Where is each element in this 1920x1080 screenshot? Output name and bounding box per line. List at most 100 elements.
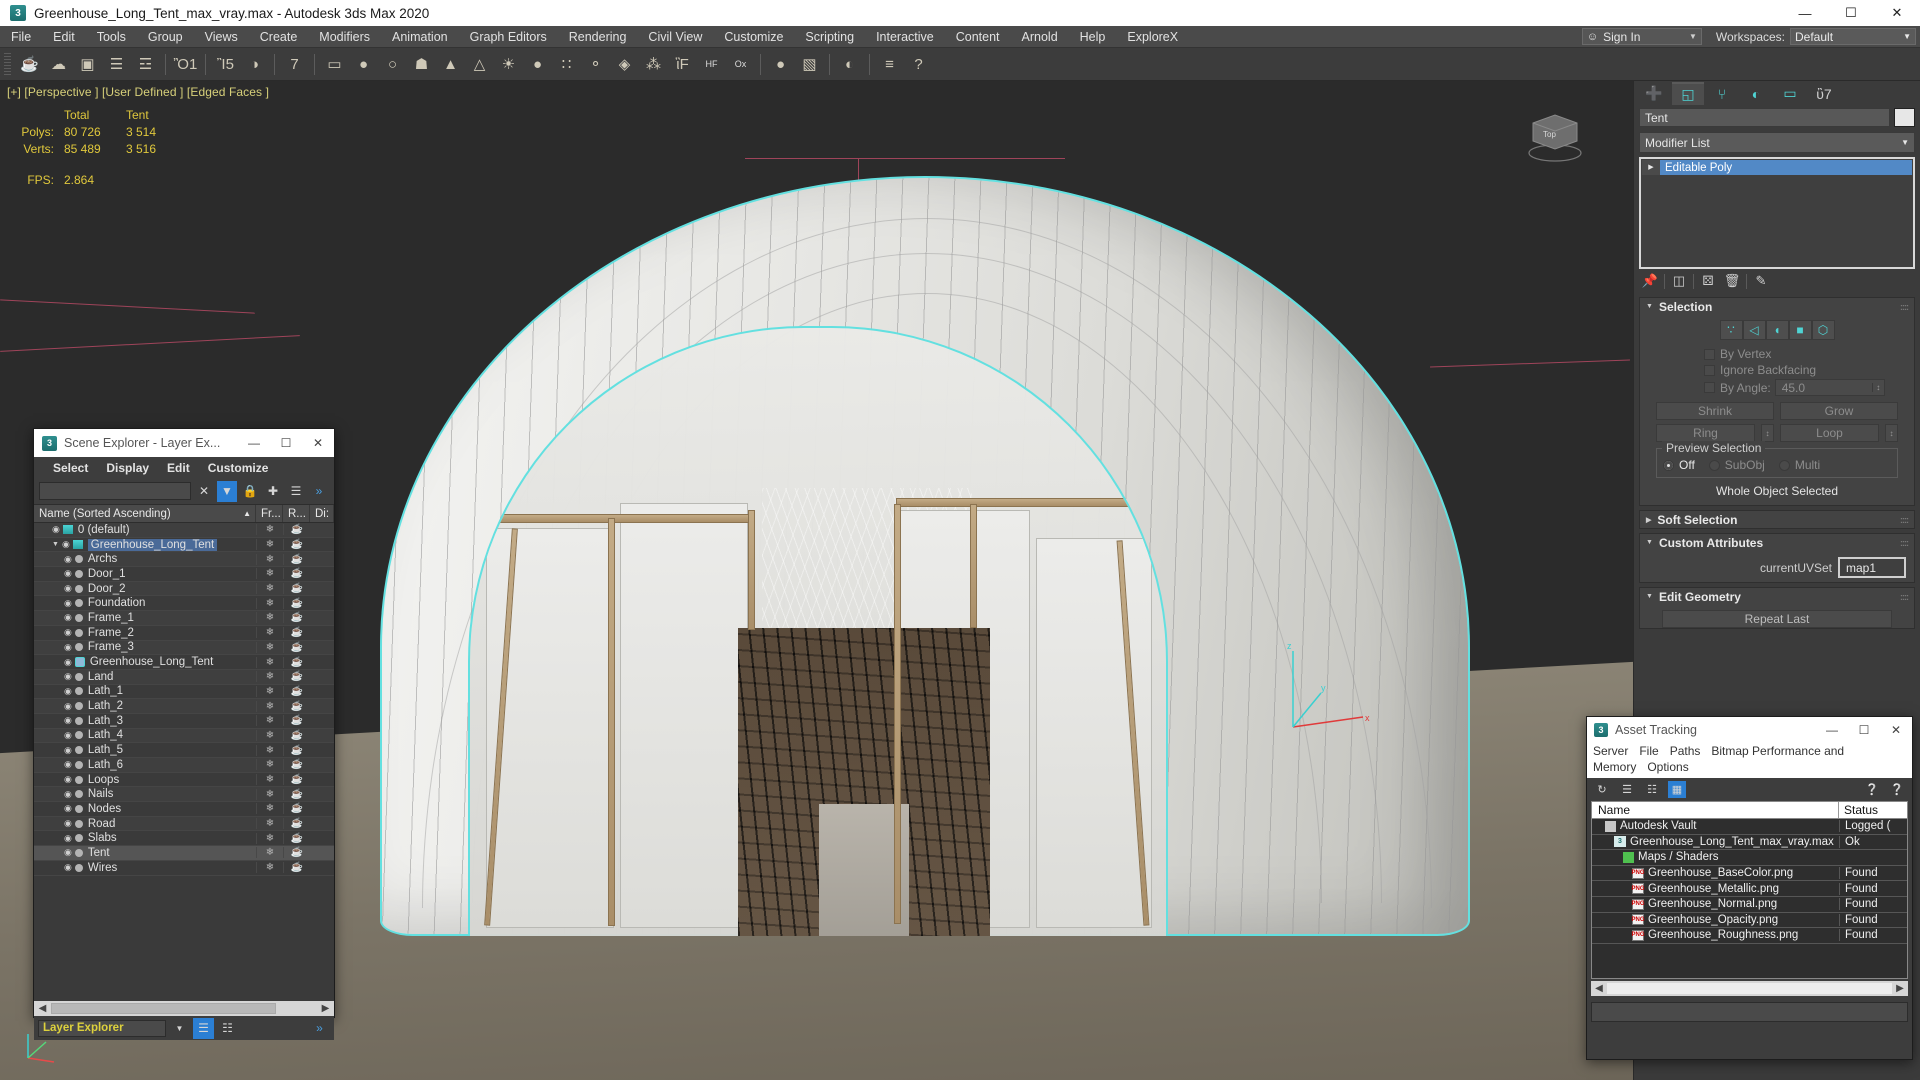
scene-explorer-list[interactable]: ◉ 0 (default) ❄ ☕ ▼ ◉ Greenhouse_Long_Tent ❄ ☕ ◉ A… <box>34 523 334 1001</box>
polygon-icon[interactable]: ■ <box>1789 320 1812 340</box>
scene-explorer-row[interactable]: ◉ Greenhouse_Long_Tent ❄ ☕ <box>34 655 334 670</box>
checkbox-ignore-backfacing[interactable]: Ignore Backfacing <box>1704 363 1908 377</box>
at-menu-file[interactable]: File <box>1639 744 1658 758</box>
grow-button[interactable]: Grow <box>1780 402 1898 420</box>
frozen-cell[interactable]: ❄ <box>256 568 283 579</box>
spinner-arrows-icon[interactable]: ↕ <box>1872 383 1884 392</box>
drag-handle-icon[interactable]: :::: <box>1900 302 1908 312</box>
renderable-cell[interactable]: ☕ <box>283 539 310 550</box>
menu-content[interactable]: Content <box>945 26 1011 48</box>
frozen-cell[interactable]: ❄ <box>256 524 283 535</box>
scene-explorer-row[interactable]: ◉ Loops ❄ ☕ <box>34 773 334 788</box>
renderable-cell[interactable]: ☕ <box>283 598 310 609</box>
border-icon[interactable]: ◖ <box>1766 320 1789 340</box>
sphere-shade-icon[interactable]: ● <box>524 51 551 78</box>
ring-spinner-icon[interactable]: ↕ <box>1761 424 1774 442</box>
menu-civil-view[interactable]: Civil View <box>637 26 713 48</box>
molecule-icon[interactable]: ⚬ <box>582 51 609 78</box>
loop-button[interactable]: Loop <box>1780 424 1879 442</box>
chevron-down-icon[interactable]: ▼ <box>169 1018 190 1039</box>
material-slate-icon[interactable]: ◐ <box>836 51 863 78</box>
visibility-eye-icon[interactable]: ◉ <box>64 847 72 858</box>
pyramid-icon[interactable]: ◈ <box>611 51 638 78</box>
visibility-eye-icon[interactable]: ◉ <box>64 818 72 829</box>
asset-tracking-row[interactable]: Autodesk Vault Logged ( <box>1592 819 1907 835</box>
menu-arnold[interactable]: Arnold <box>1011 26 1069 48</box>
sphere-icon[interactable]: ○ <box>379 51 406 78</box>
visibility-eye-icon[interactable]: ◉ <box>64 759 72 770</box>
ring-button[interactable]: Ring <box>1656 424 1755 442</box>
menu-graph-editors[interactable]: Graph Editors <box>459 26 558 48</box>
se-menu-edit[interactable]: Edit <box>158 461 199 475</box>
visibility-eye-icon[interactable]: ◉ <box>64 568 72 579</box>
scene-explorer-row[interactable]: ◉ Lath_1 ❄ ☕ <box>34 685 334 700</box>
scroll-right-icon[interactable]: ▶ <box>317 1003 334 1014</box>
utilities-tab-icon[interactable]: ὒ7 <box>1808 82 1840 105</box>
rollout-custom-attributes-header[interactable]: ▼ Custom Attributes :::: <box>1640 534 1914 551</box>
frozen-cell[interactable]: ❄ <box>256 701 283 712</box>
expand-triangle-icon[interactable]: ▶ <box>1642 160 1660 175</box>
renderable-cell[interactable]: ☕ <box>283 789 310 800</box>
render-settings-icon[interactable]: ☲ <box>132 51 159 78</box>
menu-group[interactable]: Group <box>137 26 194 48</box>
frozen-cell[interactable]: ❄ <box>256 671 283 682</box>
menu-explorex[interactable]: ExploreX <box>1116 26 1189 48</box>
column-header-render[interactable]: R... <box>283 505 310 522</box>
scene-explorer-row[interactable]: ◉ Tent ❄ ☕ <box>34 846 334 861</box>
checkbox-by-vertex[interactable]: By Vertex <box>1704 347 1908 361</box>
menu-modifiers[interactable]: Modifiers <box>308 26 381 48</box>
column-header-display[interactable]: Di: <box>310 505 334 522</box>
hair-fur-icon[interactable]: HF <box>698 51 725 78</box>
modify-tab-icon[interactable]: ◱ <box>1672 82 1704 105</box>
frozen-cell[interactable]: ❄ <box>256 715 283 726</box>
at-menu-options[interactable]: Options <box>1647 760 1688 774</box>
scene-explorer-row[interactable]: ◉ Lath_4 ❄ ☕ <box>34 729 334 744</box>
visibility-eye-icon[interactable]: ◉ <box>64 745 72 756</box>
scene-explorer-row[interactable]: ◉ Frame_3 ❄ ☕ <box>34 641 334 656</box>
visibility-eye-icon[interactable]: ◉ <box>64 583 72 594</box>
edge-icon[interactable]: ◁ <box>1743 320 1766 340</box>
scene-explorer-row[interactable]: ◉ Wires ❄ ☕ <box>34 861 334 876</box>
frozen-cell[interactable]: ❄ <box>256 539 283 550</box>
drag-handle-icon[interactable]: :::: <box>1900 592 1908 602</box>
frozen-cell[interactable]: ❄ <box>256 598 283 609</box>
object-color-swatch[interactable] <box>1894 108 1915 127</box>
frozen-cell[interactable]: ❄ <box>256 833 283 844</box>
scene-explorer-row[interactable]: ◉ 0 (default) ❄ ☕ <box>34 523 334 538</box>
sign-in-button[interactable]: ☺ Sign In ▼ <box>1582 28 1702 45</box>
frozen-cell[interactable]: ❄ <box>256 818 283 829</box>
layer-explorer-icon[interactable]: ☰ <box>193 1018 214 1039</box>
renderable-cell[interactable]: ☕ <box>283 524 310 535</box>
asset-tracking-row[interactable]: PNG Greenhouse_Roughness.png Found <box>1592 928 1907 944</box>
grass-icon[interactable]: ἳF <box>669 51 696 78</box>
renderable-cell[interactable]: ☕ <box>283 774 310 785</box>
renderable-cell[interactable]: ☕ <box>283 701 310 712</box>
chevron-more-icon[interactable]: » <box>309 481 329 502</box>
visibility-eye-icon[interactable]: ◉ <box>64 833 72 844</box>
renderable-cell[interactable]: ☕ <box>283 745 310 756</box>
visibility-eye-icon[interactable]: ◉ <box>64 715 72 726</box>
renderable-cell[interactable]: ☕ <box>283 833 310 844</box>
pin-stack-icon[interactable]: 📌 <box>1640 271 1660 291</box>
render-setup-icon[interactable]: ☰ <box>103 51 130 78</box>
scroll-left-icon[interactable]: ◀ <box>34 1003 51 1014</box>
menu-animation[interactable]: Animation <box>381 26 459 48</box>
scene-explorer-maximize[interactable]: ☐ <box>270 429 302 457</box>
renderable-cell[interactable]: ☕ <box>283 657 310 668</box>
clear-x-icon[interactable]: ✕ <box>194 481 214 502</box>
remove-modifier-icon[interactable]: 🗑 <box>1722 271 1742 291</box>
configure-sets-icon[interactable]: ✎ <box>1751 271 1771 291</box>
render-frame-icon[interactable]: ▣ <box>74 51 101 78</box>
column-header-asset-name[interactable]: Name <box>1592 802 1839 818</box>
scene-explorer-minimize[interactable]: — <box>238 429 270 457</box>
asset-tracking-row[interactable]: PNG Greenhouse_Metallic.png Found <box>1592 881 1907 897</box>
cone2-icon[interactable]: △ <box>466 51 493 78</box>
layer-manager-icon[interactable]: ≡ <box>876 51 903 78</box>
help-icon[interactable]: ❔ <box>1888 781 1906 798</box>
visibility-eye-icon[interactable]: ◉ <box>64 686 72 697</box>
frozen-cell[interactable]: ❄ <box>256 627 283 638</box>
renderable-cell[interactable]: ☕ <box>283 554 310 565</box>
modifier-stack[interactable]: ▶ Editable Poly <box>1639 157 1915 269</box>
asset-tracking-row[interactable]: 3 Greenhouse_Long_Tent_max_vray.max Ok <box>1592 835 1907 851</box>
frozen-cell[interactable]: ❄ <box>256 789 283 800</box>
